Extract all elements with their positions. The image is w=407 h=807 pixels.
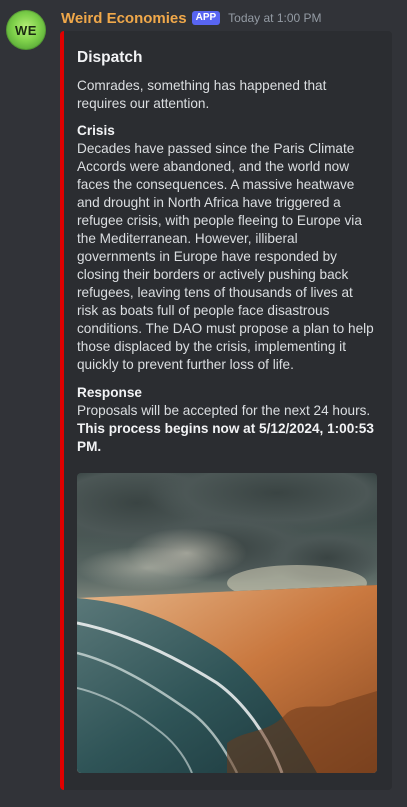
response-text: Proposals will be accepted for the next … — [77, 403, 371, 418]
embed-description: Comrades, something has happened that re… — [77, 78, 327, 111]
chat-message: WE Weird Economies APP Today at 1:00 PM … — [0, 0, 407, 807]
message-timestamp[interactable]: Today at 1:00 PM — [228, 11, 321, 25]
app-badge: APP — [191, 11, 221, 25]
field-value-crisis: Decades have passed since the Paris Clim… — [77, 141, 374, 372]
coastal-storm-image — [77, 473, 377, 773]
avatar-initials: WE — [15, 22, 37, 38]
avatar[interactable]: WE — [6, 10, 46, 50]
message-header: Weird Economies APP Today at 1:00 PM — [61, 8, 322, 28]
embed-card: Dispatch Comrades, something has happene… — [60, 31, 392, 790]
field-name-response: Response — [77, 385, 142, 400]
author-name[interactable]: Weird Economies — [61, 10, 187, 27]
embed-image[interactable] — [77, 473, 377, 773]
field-value-response: Proposals will be accepted for the next … — [77, 402, 377, 456]
response-start-time: This process begins now at 5/12/2024, 1:… — [77, 421, 374, 454]
embed-title: Dispatch — [77, 49, 143, 66]
field-name-crisis: Crisis — [77, 123, 115, 138]
